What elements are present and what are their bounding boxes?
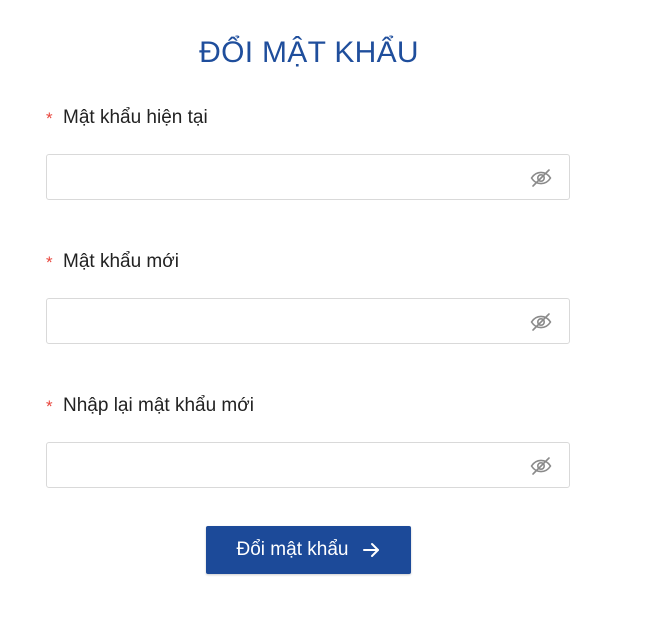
eye-slash-icon[interactable] bbox=[529, 454, 553, 478]
confirm-password-field bbox=[46, 442, 570, 488]
current-password-input[interactable] bbox=[59, 155, 519, 199]
current-password-field bbox=[46, 154, 570, 200]
eye-slash-icon[interactable] bbox=[529, 166, 553, 190]
new-password-label-text: Mật khẩu mới bbox=[63, 251, 179, 272]
new-password-field bbox=[46, 298, 570, 344]
page-title: ĐỔI MẬT KHẨU bbox=[199, 36, 419, 69]
required-asterisk: * bbox=[46, 109, 53, 128]
new-password-label: * Mật khẩu mới bbox=[46, 250, 179, 274]
change-password-page: ĐỔI MẬT KHẨU * Mật khẩu hiện tại * Mật khẩ… bbox=[0, 0, 652, 640]
required-asterisk: * bbox=[46, 253, 53, 272]
confirm-password-input[interactable] bbox=[59, 443, 519, 487]
change-password-button-label: Đổi mật khẩu bbox=[236, 539, 349, 560]
new-password-input[interactable] bbox=[59, 299, 519, 343]
confirm-password-label-text: Nhập lại mật khẩu mới bbox=[63, 395, 254, 416]
current-password-label-text: Mật khẩu hiện tại bbox=[63, 107, 208, 128]
change-password-button[interactable]: Đổi mật khẩu bbox=[206, 526, 411, 574]
required-asterisk: * bbox=[46, 397, 53, 416]
eye-slash-icon[interactable] bbox=[529, 310, 553, 334]
arrow-right-icon bbox=[362, 541, 380, 559]
current-password-label: * Mật khẩu hiện tại bbox=[46, 106, 208, 130]
confirm-password-label: * Nhập lại mật khẩu mới bbox=[46, 394, 254, 418]
